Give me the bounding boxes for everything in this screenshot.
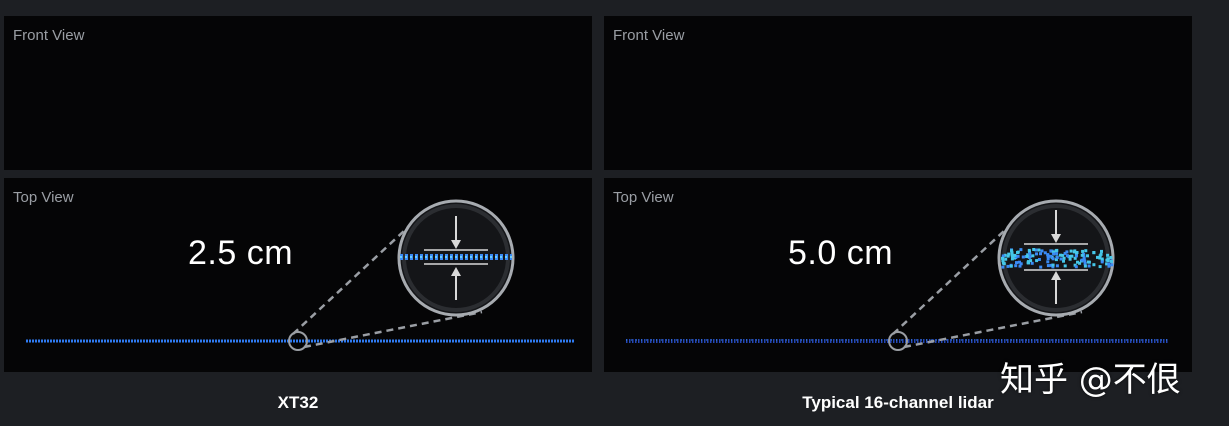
scatter-point bbox=[1037, 248, 1041, 252]
scatter-point bbox=[1032, 248, 1036, 251]
scatter-point bbox=[1084, 249, 1088, 253]
scatter-point bbox=[1086, 260, 1090, 264]
zoom-magnifier bbox=[997, 199, 1115, 317]
scatter-point bbox=[1039, 265, 1043, 269]
scatter-point bbox=[1081, 249, 1085, 253]
scatter-point bbox=[1110, 263, 1114, 267]
scatter-point bbox=[1019, 262, 1023, 266]
scatter-point bbox=[1082, 257, 1086, 261]
scatter-point bbox=[1051, 263, 1055, 267]
scatter-point bbox=[1010, 257, 1014, 261]
xt32-top-view-panel: Top View 2.5 cm bbox=[4, 178, 592, 372]
scatter-point bbox=[1110, 259, 1113, 263]
scatter-point bbox=[1039, 252, 1042, 256]
scatter-point bbox=[1063, 264, 1067, 268]
scatter-point bbox=[1037, 258, 1041, 261]
watermark: 知乎 @不佷 bbox=[1000, 360, 1181, 400]
scatter-point bbox=[1046, 264, 1050, 268]
scatter-point bbox=[1054, 249, 1058, 253]
scatter-point bbox=[1069, 249, 1073, 253]
scatter-point bbox=[1059, 257, 1063, 261]
scatter-point bbox=[1092, 251, 1096, 255]
lidar16-top-view-scan bbox=[626, 199, 1169, 351]
scatter-point bbox=[1086, 254, 1089, 258]
scatter-point bbox=[1074, 265, 1078, 269]
scatter-point bbox=[1068, 257, 1072, 261]
xt32-front-view-panel: Front View bbox=[4, 16, 592, 170]
scatter-point bbox=[1087, 264, 1091, 268]
scatter-point bbox=[1078, 261, 1082, 265]
scatter-point bbox=[1107, 262, 1111, 266]
scatter-point bbox=[1031, 254, 1035, 258]
scatter-point bbox=[1030, 261, 1034, 265]
zoom-guide-line bbox=[892, 217, 1019, 335]
scatter-point bbox=[1100, 249, 1103, 253]
scatter-point bbox=[1098, 265, 1102, 269]
scatter-point bbox=[1059, 253, 1062, 257]
scatter-point bbox=[1028, 252, 1032, 256]
scatter-point bbox=[1109, 256, 1113, 259]
scatter-point bbox=[1052, 252, 1056, 256]
scatter-point bbox=[1043, 251, 1047, 255]
xt32-front-view-scan-lines bbox=[26, 59, 574, 152]
scatter-point bbox=[1083, 264, 1087, 268]
xt32-caption: XT32 bbox=[277, 393, 319, 412]
scatter-point bbox=[1035, 259, 1039, 263]
xt32-top-view-scan bbox=[26, 199, 574, 351]
scatter-point bbox=[1065, 254, 1069, 258]
scatter-point bbox=[1001, 265, 1005, 269]
scatter-point bbox=[1098, 254, 1102, 258]
scatter-point bbox=[1019, 248, 1023, 252]
scatter-point bbox=[1016, 250, 1020, 254]
scatter-point bbox=[1075, 251, 1079, 254]
scatter-point bbox=[1080, 253, 1084, 257]
scatter-point bbox=[1096, 255, 1099, 259]
scatter-point bbox=[1046, 260, 1050, 264]
scatter-point bbox=[1100, 260, 1104, 264]
scatter-point bbox=[1055, 264, 1059, 268]
scatter-point bbox=[1029, 259, 1033, 263]
zoom-magnifier bbox=[397, 199, 515, 317]
scatter-point bbox=[1004, 257, 1008, 261]
scatter-point bbox=[1055, 256, 1059, 259]
scatter-point bbox=[1016, 254, 1020, 258]
lidar16-top-view-panel: Top View 5.0 cm bbox=[604, 178, 1192, 372]
scatter-point bbox=[1062, 256, 1066, 260]
scatter-point bbox=[1035, 252, 1038, 256]
scatter-point bbox=[1046, 254, 1050, 258]
scatter-point bbox=[1074, 254, 1078, 258]
scatter-point bbox=[1006, 264, 1010, 268]
scatter-point bbox=[1072, 250, 1076, 254]
scatter-point bbox=[1001, 259, 1005, 263]
scatter-point bbox=[1070, 254, 1074, 258]
lidar16-front-view-panel: Front View bbox=[604, 16, 1192, 170]
scatter-point bbox=[1106, 253, 1110, 257]
scatter-point bbox=[1092, 263, 1096, 267]
scatter-point bbox=[1055, 252, 1059, 256]
scatter-point bbox=[1014, 264, 1018, 268]
scatter-point bbox=[1007, 252, 1011, 256]
scatter-point bbox=[1002, 262, 1006, 266]
zoom-guide-line bbox=[292, 217, 419, 335]
scatter-point bbox=[1051, 257, 1055, 261]
scatter-point bbox=[1105, 258, 1109, 262]
scatter-point bbox=[1009, 264, 1013, 268]
lidar16-front-view-scan-lines bbox=[628, 69, 1164, 143]
scatter-point bbox=[1021, 255, 1025, 259]
scatter-point bbox=[1015, 261, 1018, 265]
scatter-point bbox=[1040, 249, 1044, 253]
